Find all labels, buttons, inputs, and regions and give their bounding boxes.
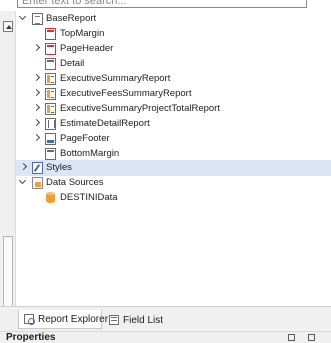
detail-report-icon [45, 118, 56, 130]
tree-node-label: DESTINIData [60, 192, 118, 203]
tree-node-label: ExecutiveFeesSummaryReport [60, 88, 192, 99]
tree-node-label: Styles [46, 162, 72, 173]
pin-icon[interactable] [288, 334, 295, 341]
search-row [0, 0, 331, 11]
subreport-icon [45, 73, 56, 85]
vertical-scrollbar[interactable] [0, 11, 16, 316]
expand-arrow-icon[interactable] [32, 75, 40, 83]
expand-arrow-icon[interactable] [32, 90, 40, 98]
close-icon[interactable] [308, 334, 315, 341]
tree-node-label: BaseReport [46, 13, 97, 24]
database-icon [46, 192, 55, 203]
bottom-margin-band-icon [45, 148, 56, 160]
tree-node-topmargin[interactable]: TopMargin [16, 26, 331, 42]
expand-arrow-icon[interactable] [19, 15, 27, 23]
expand-arrow-icon[interactable] [32, 105, 40, 113]
tab-label: Report Explorer [38, 314, 109, 325]
tree-node-executivesummaryreport[interactable]: ExecutiveSummaryReport [16, 71, 331, 87]
tree-node-label: BottomMargin [60, 148, 120, 159]
tree-node-executivesummaryprojecttotalreport[interactable]: ExecutiveSummaryProjectTotalReport [16, 101, 331, 117]
expand-arrow-icon[interactable] [19, 179, 27, 187]
tree-node-label: PageFooter [60, 133, 110, 144]
tree-node-basereport[interactable]: BaseReport [16, 11, 331, 27]
tab-field-list[interactable]: Field List [103, 310, 163, 329]
tree-node-data-sources[interactable]: Data Sources [16, 175, 331, 191]
tree-node-label: ExecutiveSummaryProjectTotalReport [60, 103, 220, 114]
detail-band-icon [45, 58, 56, 70]
tree-node-pagefooter[interactable]: PageFooter [16, 131, 331, 147]
search-input[interactable] [17, 0, 307, 8]
expand-arrow-icon[interactable] [32, 120, 40, 128]
tree-node-detail[interactable]: Detail [16, 56, 331, 72]
tree-node-pageheader[interactable]: PageHeader [16, 41, 331, 57]
tab-label: Field List [123, 315, 164, 326]
page-header-band-icon [45, 43, 56, 55]
styles-icon [32, 162, 43, 174]
tree-node-label: PageHeader [60, 43, 114, 54]
field-list-icon [109, 315, 119, 325]
tree-node-executivefeessummaryreport[interactable]: ExecutiveFeesSummaryReport [16, 86, 331, 102]
tab-report-explorer[interactable]: Report Explorer [18, 310, 108, 329]
report-icon [32, 13, 43, 25]
tree-node-label: EstimateDetailReport [60, 118, 150, 129]
top-margin-band-icon [45, 28, 56, 40]
expand-arrow-icon[interactable] [19, 164, 27, 172]
report-tree: BaseReport TopMargin PageHeader Detail E… [16, 11, 331, 306]
tree-node-estimatedetailreport[interactable]: EstimateDetailReport [16, 116, 331, 132]
tree-node-label: Data Sources [46, 177, 104, 188]
subreport-icon [45, 88, 56, 100]
scrollbar-thumb[interactable] [3, 236, 13, 316]
tree-node-label: Detail [60, 58, 85, 69]
report-explorer-icon [24, 314, 35, 325]
page-footer-icon [45, 133, 56, 145]
report-explorer-panel: BaseReport TopMargin PageHeader Detail E… [0, 0, 331, 343]
tree-node-styles[interactable]: Styles [16, 160, 331, 176]
bottom-tab-bar: Report Explorer Field List [0, 306, 331, 331]
subreport-icon [45, 103, 56, 115]
data-sources-icon [32, 177, 43, 189]
expand-arrow-icon[interactable] [32, 45, 40, 53]
tree-node-label: TopMargin [60, 28, 105, 39]
scroll-up-arrow-icon[interactable] [3, 21, 13, 32]
tree-node-label: ExecutiveSummaryReport [60, 73, 171, 84]
properties-title: Properties [6, 332, 56, 343]
expand-arrow-icon[interactable] [32, 135, 40, 143]
tree-node-destinidata[interactable]: DESTINIData [16, 190, 331, 206]
